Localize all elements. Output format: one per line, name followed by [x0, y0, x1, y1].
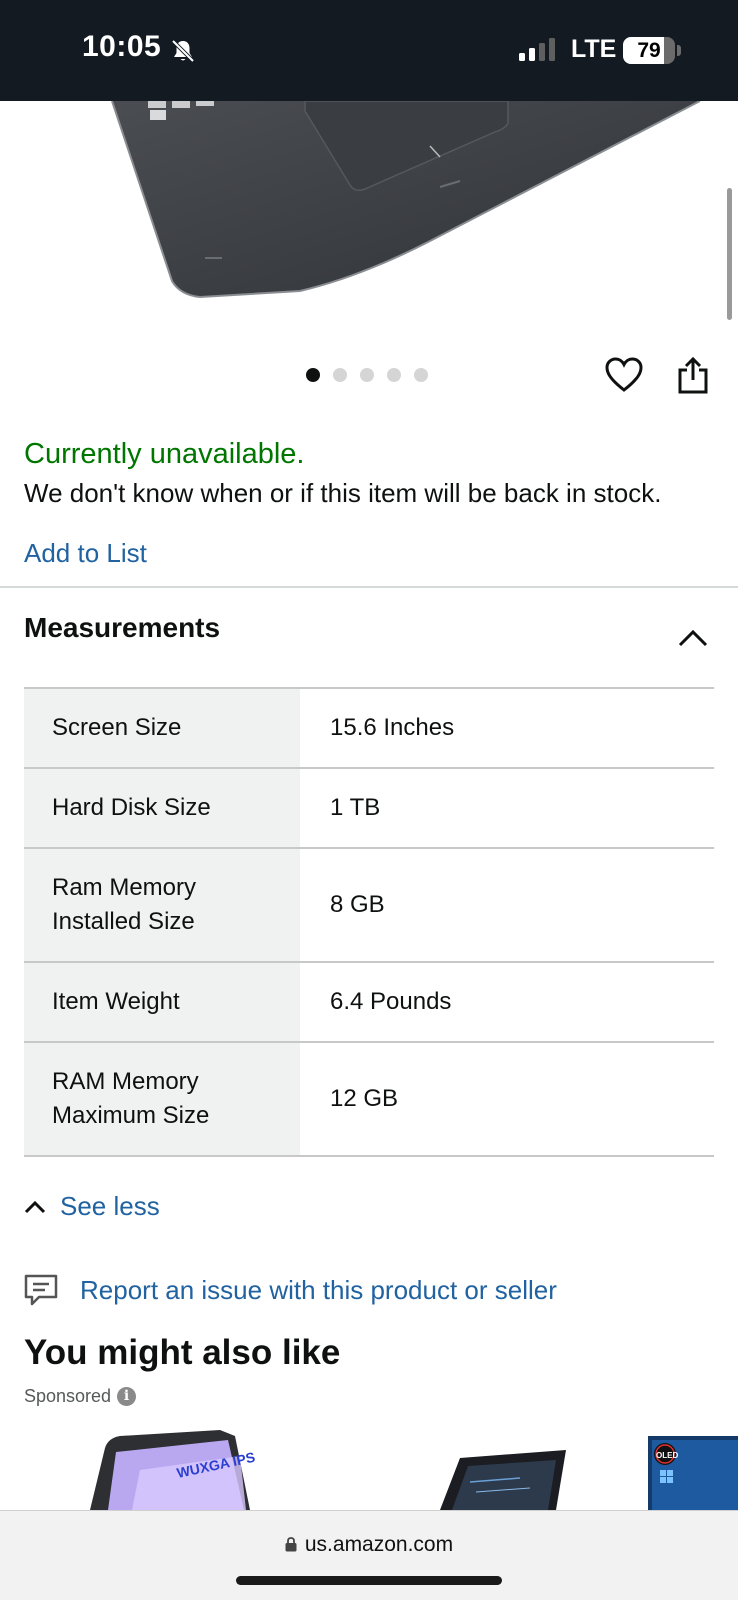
- chevron-up-icon: [24, 1200, 46, 1213]
- spec-value: 15.6 Inches: [330, 714, 455, 741]
- feedback-icon: [24, 1274, 58, 1306]
- status-time: 10:05: [82, 30, 162, 63]
- laptop-image: [111, 101, 738, 299]
- table-row: RAM Memory Maximum Size 12 GB: [24, 1043, 714, 1157]
- spec-key: Screen Size: [24, 689, 300, 767]
- lock-icon: [285, 1537, 297, 1552]
- heart-icon[interactable]: [605, 357, 643, 393]
- browser-address-bar[interactable]: us.amazon.com: [0, 1510, 738, 1600]
- product-thumbnail[interactable]: [440, 1450, 566, 1510]
- availability-status: Currently unavailable.: [24, 438, 305, 470]
- table-row: Ram Memory Installed Size 8 GB: [24, 849, 714, 963]
- spec-key: Hard Disk Size: [24, 769, 300, 847]
- report-issue-label: Report an issue with this product or sel…: [80, 1274, 557, 1305]
- recommendation-thumbnails: WUXGA IPS OLED: [90, 1430, 738, 1512]
- carousel-dot[interactable]: [414, 368, 428, 382]
- thumbnail-badge: OLED: [656, 1451, 678, 1460]
- table-row: Item Weight 6.4 Pounds: [24, 963, 714, 1043]
- table-row: Screen Size 15.6 Inches: [24, 689, 714, 769]
- add-to-list-link[interactable]: Add to List: [24, 538, 147, 569]
- spec-key: Ram Memory Installed Size: [24, 849, 300, 961]
- cellular-signal-icon: [519, 38, 555, 61]
- carousel-dot[interactable]: [333, 368, 347, 382]
- spec-value: 6.4 Pounds: [330, 988, 452, 1015]
- info-icon[interactable]: i: [117, 1387, 137, 1406]
- see-less-label: See less: [60, 1191, 160, 1221]
- url-display[interactable]: us.amazon.com: [0, 1533, 738, 1557]
- network-type: LTE: [571, 35, 617, 63]
- spec-key: Item Weight: [24, 963, 300, 1041]
- recommendations-carousel[interactable]: WUXGA IPS OLED: [0, 1430, 738, 1512]
- report-issue-link[interactable]: Report an issue with this product or sel…: [24, 1273, 557, 1307]
- share-icon[interactable]: [677, 356, 709, 394]
- url-text: us.amazon.com: [304, 1533, 454, 1556]
- status-bar: 10:05 LTE 79: [0, 0, 738, 101]
- product-image[interactable]: [0, 101, 738, 341]
- battery-percent: 79: [637, 39, 661, 62]
- measurements-heading[interactable]: Measurements: [24, 612, 220, 644]
- product-thumbnail[interactable]: WUXGA IPS: [90, 1430, 256, 1510]
- spec-key: RAM Memory Maximum Size: [24, 1043, 300, 1155]
- carousel-dot[interactable]: [306, 368, 320, 382]
- chevron-up-icon[interactable]: [678, 629, 708, 647]
- carousel-dot[interactable]: [387, 368, 401, 382]
- carousel-dot[interactable]: [360, 368, 374, 382]
- measurements-table: Screen Size 15.6 Inches Hard Disk Size 1…: [24, 687, 714, 1157]
- battery-icon: 79: [623, 37, 675, 64]
- table-row: Hard Disk Size 1 TB: [24, 769, 714, 849]
- see-less-button[interactable]: See less: [24, 1191, 160, 1222]
- scrollbar[interactable]: [727, 188, 732, 320]
- product-thumbnail[interactable]: OLED: [648, 1436, 738, 1512]
- spec-value: 12 GB: [330, 1085, 399, 1112]
- carousel-dots[interactable]: [306, 368, 428, 382]
- bell-muted-icon: [171, 39, 195, 63]
- sponsored-label: Sponsored i: [24, 1386, 137, 1407]
- availability-message: We don't know when or if this item will …: [24, 478, 662, 508]
- section-divider: [0, 586, 738, 588]
- battery-tip: [677, 45, 681, 56]
- spec-value: 8 GB: [330, 891, 385, 918]
- spec-value: 1 TB: [330, 794, 381, 821]
- home-indicator[interactable]: [236, 1576, 502, 1585]
- sponsored-text: Sponsored: [24, 1386, 112, 1406]
- recommendations-heading: You might also like: [24, 1333, 341, 1372]
